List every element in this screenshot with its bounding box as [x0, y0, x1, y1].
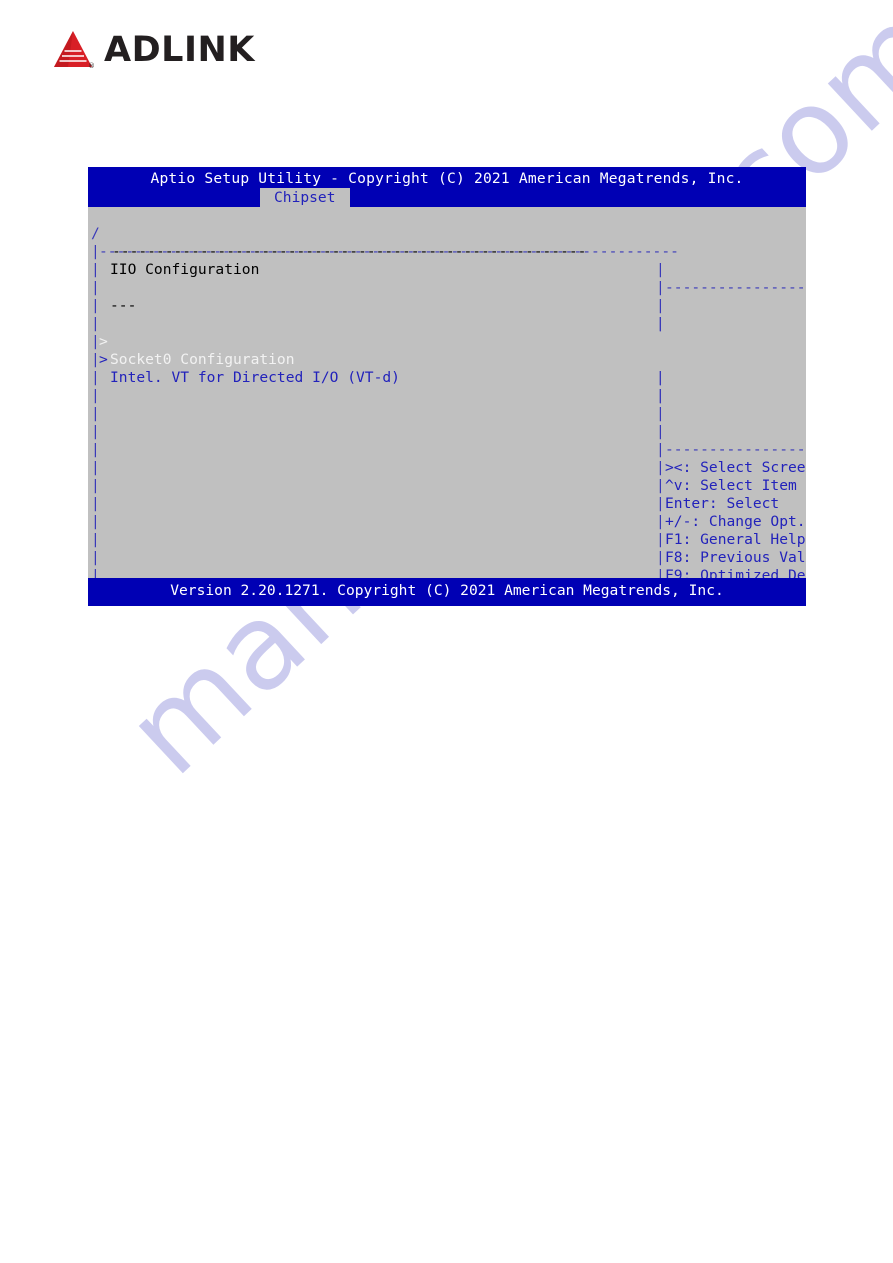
bios-tabbar: Chipset [88, 188, 806, 208]
bios-body: / --------------------------------------… [88, 207, 806, 578]
bios-titlebar: Aptio Setup Utility - Copyright (C) 2021… [88, 167, 806, 208]
bios-version-text: Version 2.20.1271. Copyright (C) 2021 Am… [170, 582, 724, 599]
help-panel-separator-row: | | --------------------- | [88, 387, 806, 458]
help-key-row: | | ^v: Select Item | [88, 423, 806, 494]
help-key-row: | | ><: Select Screen | [88, 405, 806, 476]
bios-row: | | | [88, 351, 806, 404]
help-key-row: | | F8: Previous Values | [88, 495, 806, 566]
help-key-row: | | F10: Save & Exit | [88, 531, 806, 578]
frame-bottom-border: \ --------------------------------------… [88, 567, 806, 578]
svg-text:®: ® [88, 62, 94, 70]
bios-row: | IIO Configuration | | [88, 225, 806, 296]
bios-row: | --------------------------------------… [88, 243, 806, 314]
bios-setup-window: Aptio Setup Utility - Copyright (C) 2021… [88, 167, 806, 606]
adlink-wordmark: ADLINK [104, 29, 255, 70]
bios-row: | --- | | [88, 261, 806, 332]
frame-top-border: / --------------------------------------… [88, 207, 806, 296]
menu-item-intel-vt-for-directed-io[interactable]: | > Intel. VT for Directed I/O (VT-d) | … [88, 315, 806, 404]
adlink-logo: ® ADLINK [52, 28, 255, 72]
help-key-row: | | F9: Optimized Defaults | [88, 513, 806, 578]
bios-title: Aptio Setup Utility - Copyright (C) 2021… [150, 170, 744, 187]
help-key-row: | | Enter: Select | [88, 441, 806, 512]
bios-row: | | | [88, 333, 806, 386]
adlink-triangle-icon: ® [52, 30, 94, 70]
bios-footer: Version 2.20.1271. Copyright (C) 2021 Am… [88, 578, 806, 606]
menu-item-socket0-configuration[interactable]: | > Socket0 Configuration | | [88, 297, 806, 386]
help-key-row: | | +/-: Change Opt. | [88, 459, 806, 530]
tab-chipset[interactable]: Chipset [260, 188, 350, 208]
help-key-row: | | ESC: Exit | [88, 549, 806, 578]
bios-row: | | | [88, 279, 806, 332]
heading-separator: ----------------------------------------… [112, 243, 587, 260]
help-key-row: | | F1: General Help | [88, 477, 806, 548]
bios-row: | | | [88, 369, 806, 422]
